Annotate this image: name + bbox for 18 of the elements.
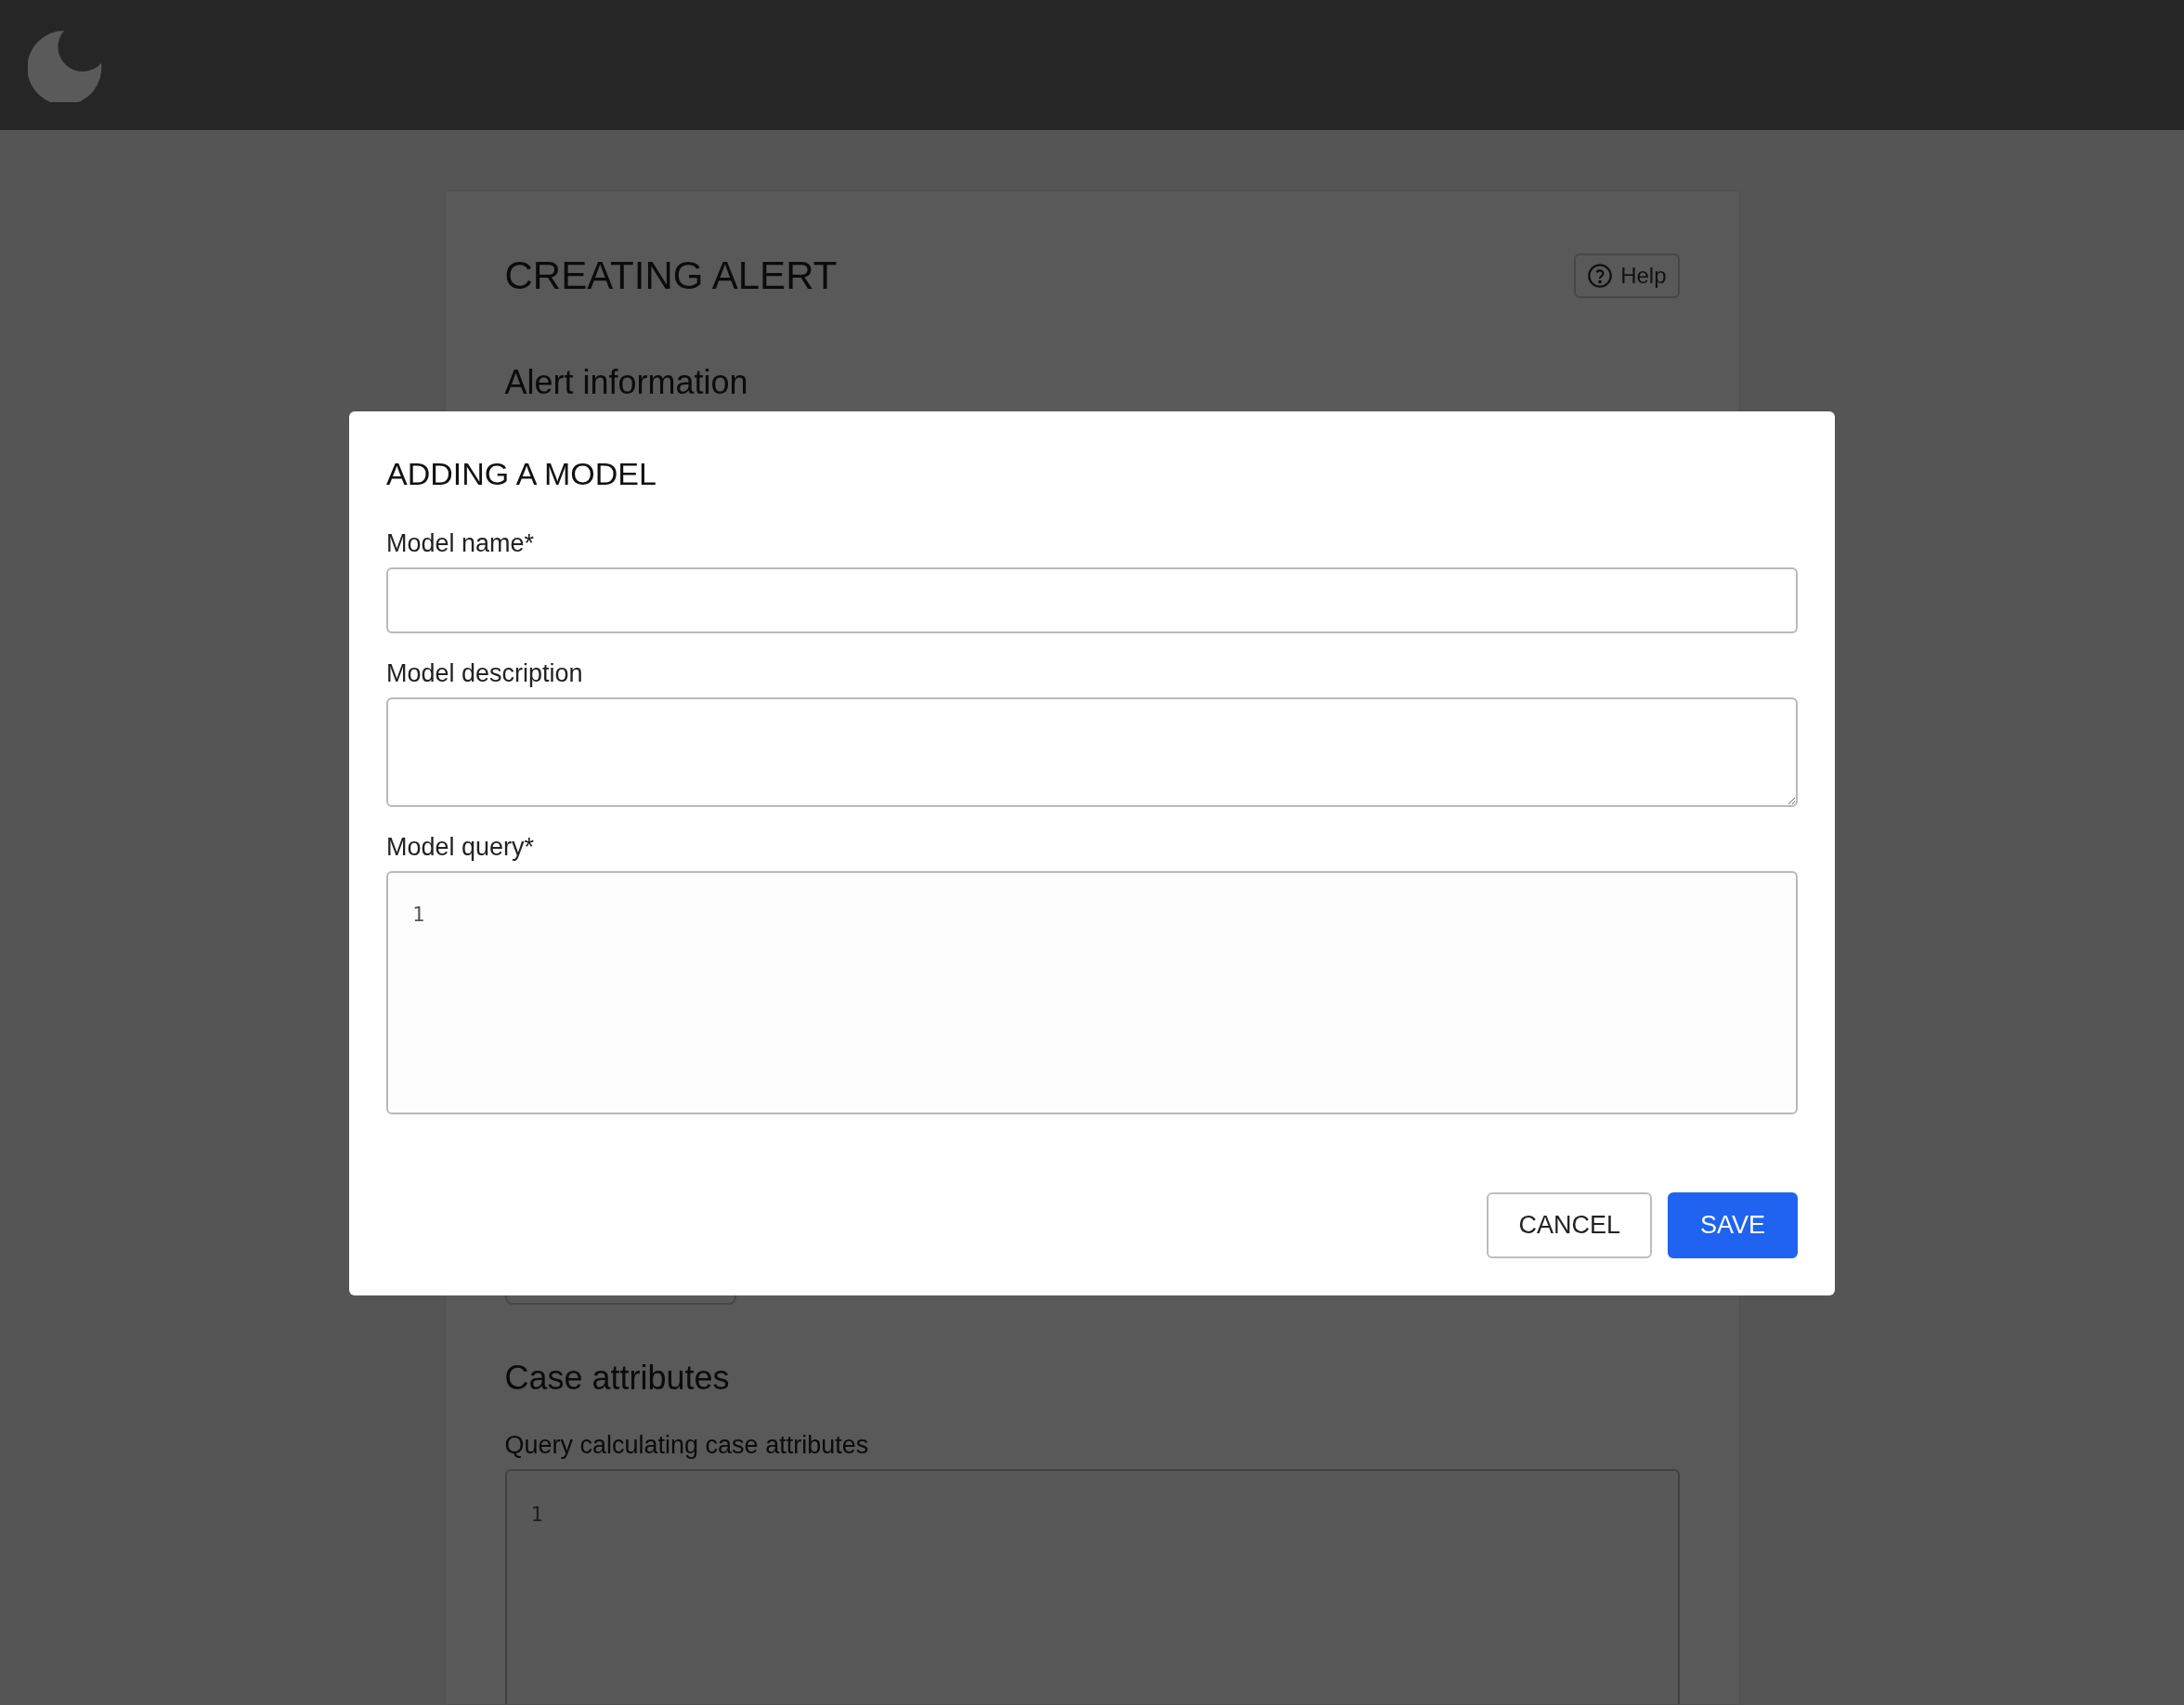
- field-label: Model description: [386, 659, 584, 688]
- field-label: Query calculating case attributes: [504, 1431, 870, 1460]
- section-heading: Case attributes: [504, 1359, 731, 1398]
- code-editor[interactable]: 1: [386, 871, 1798, 1114]
- textarea-field[interactable]: [386, 697, 1798, 807]
- line-number: 1: [530, 1503, 544, 1526]
- dialog-title: ADDING A MODEL: [386, 456, 657, 492]
- line-number: 1: [412, 903, 426, 926]
- cancel-button[interactable]: CANCEL: [1487, 1192, 1652, 1258]
- logo-icon: [28, 28, 102, 102]
- page-title: CREATING ALERT: [504, 254, 838, 298]
- help-icon: [1587, 263, 1614, 289]
- input-field[interactable]: [386, 567, 1798, 633]
- section-heading: Alert information: [504, 363, 749, 402]
- field-label: Model query*: [386, 833, 536, 862]
- help-button[interactable]: Help: [1574, 254, 1680, 298]
- field-label: Model name*: [386, 529, 536, 558]
- save-button[interactable]: SAVE: [1667, 1192, 1798, 1258]
